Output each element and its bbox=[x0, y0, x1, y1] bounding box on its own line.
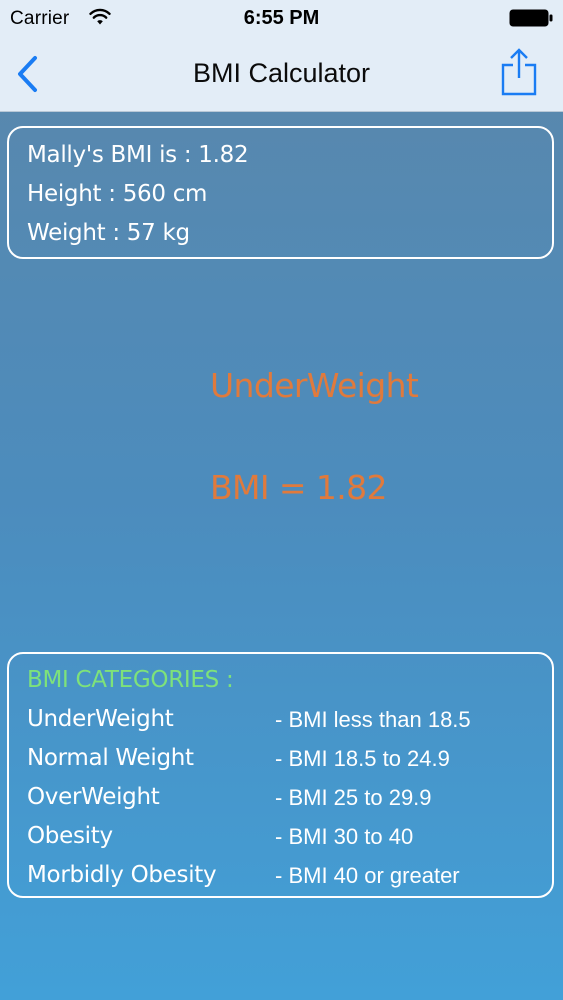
category-range: - BMI 18.5 to 24.9 bbox=[275, 746, 450, 771]
result-status-label: UnderWeight bbox=[210, 366, 419, 405]
category-row: Obesity - BMI 30 to 40 bbox=[27, 817, 534, 856]
category-name: Morbidly Obesity bbox=[27, 862, 217, 888]
category-row: Morbidly Obesity - BMI 40 or greater bbox=[27, 856, 534, 895]
bmi-info-box: Mally's BMI is : 1.82 Height : 560 cm We… bbox=[7, 126, 554, 259]
battery-icon bbox=[509, 9, 553, 27]
bmi-summary-text: Mally's BMI is : 1.82 bbox=[27, 142, 249, 168]
share-icon bbox=[501, 48, 537, 96]
category-row: Normal Weight - BMI 18.5 to 24.9 bbox=[27, 739, 534, 778]
status-bar: Carrier 6:55 PM bbox=[0, 0, 563, 38]
category-row: OverWeight - BMI 25 to 29.9 bbox=[27, 778, 534, 817]
share-button[interactable] bbox=[497, 46, 541, 98]
category-name: UnderWeight bbox=[27, 706, 174, 732]
category-name: Normal Weight bbox=[27, 745, 194, 771]
page-title: BMI Calculator bbox=[192, 58, 371, 88]
category-range: - BMI 40 or greater bbox=[275, 863, 460, 888]
height-text: Height : 560 cm bbox=[27, 181, 208, 207]
category-name: Obesity bbox=[27, 823, 113, 849]
bmi-result-screen: Carrier 6:55 PM BMI Calculator Mally's B… bbox=[0, 0, 563, 1000]
category-name: OverWeight bbox=[27, 784, 160, 810]
category-row: UnderWeight - BMI less than 18.5 bbox=[27, 700, 534, 739]
bmi-categories-box: BMI CATEGORIES : UnderWeight - BMI less … bbox=[7, 652, 554, 898]
category-range: - BMI less than 18.5 bbox=[275, 707, 471, 732]
category-range: - BMI 30 to 40 bbox=[275, 824, 414, 849]
weight-text: Weight : 57 kg bbox=[27, 220, 190, 246]
status-time: 6:55 PM bbox=[243, 7, 320, 29]
result-bmi-value: BMI = 1.82 bbox=[210, 468, 388, 507]
categories-heading: BMI CATEGORIES : bbox=[27, 667, 234, 693]
navigation-bar: BMI Calculator bbox=[0, 38, 563, 112]
category-range: - BMI 25 to 29.9 bbox=[275, 785, 432, 810]
top-bar: Carrier 6:55 PM BMI Calculator bbox=[0, 0, 563, 112]
